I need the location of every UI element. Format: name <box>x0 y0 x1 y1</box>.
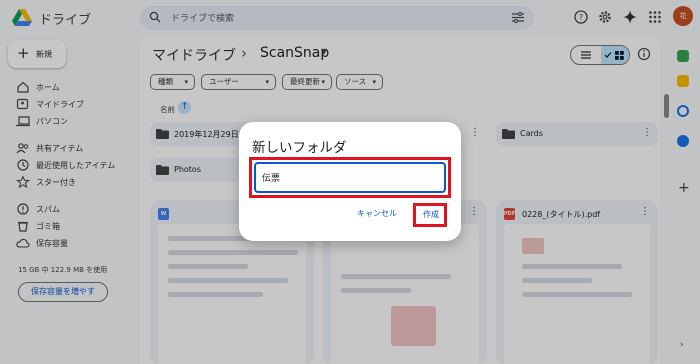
folder-name-input[interactable] <box>254 162 446 193</box>
cancel-button[interactable]: キャンセル <box>357 208 397 219</box>
new-folder-dialog: 新しいフォルダ キャンセル 作成 <box>239 122 461 241</box>
dialog-title: 新しいフォルダ <box>252 140 347 156</box>
create-button[interactable]: 作成 <box>423 209 439 220</box>
